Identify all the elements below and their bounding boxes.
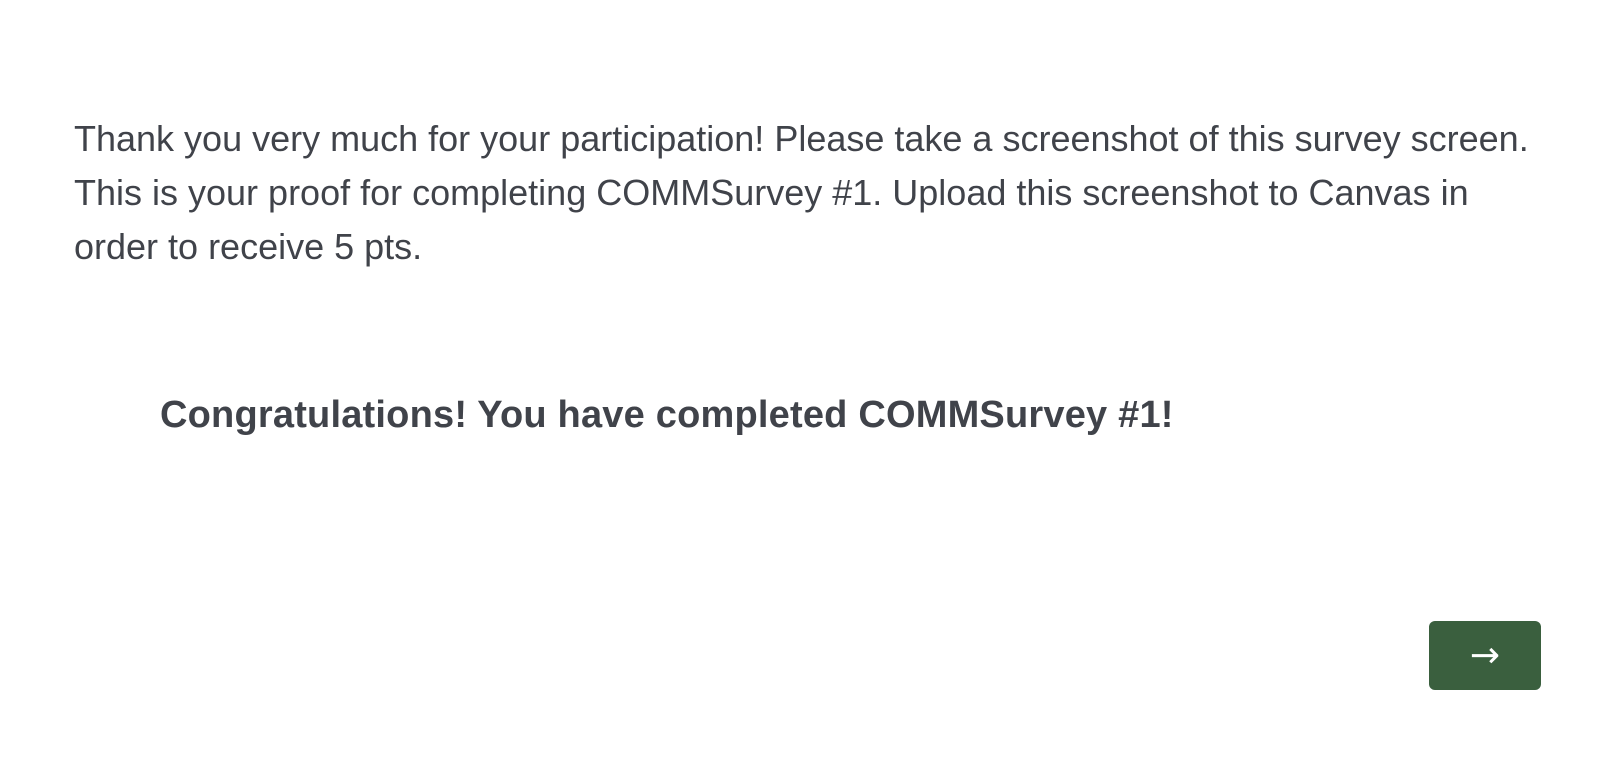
completion-message: Congratulations! You have completed COMM… <box>160 394 1174 436</box>
instruction-line-upload: This is your proof for completing COMMSu… <box>74 172 1469 267</box>
completion-instructions: Thank you very much for your participati… <box>74 112 1554 274</box>
next-button[interactable]: → <box>1429 621 1541 690</box>
survey-content: Thank you very much for your participati… <box>74 112 1554 436</box>
instruction-line-screenshot: Thank you very much for your participati… <box>74 118 1529 159</box>
